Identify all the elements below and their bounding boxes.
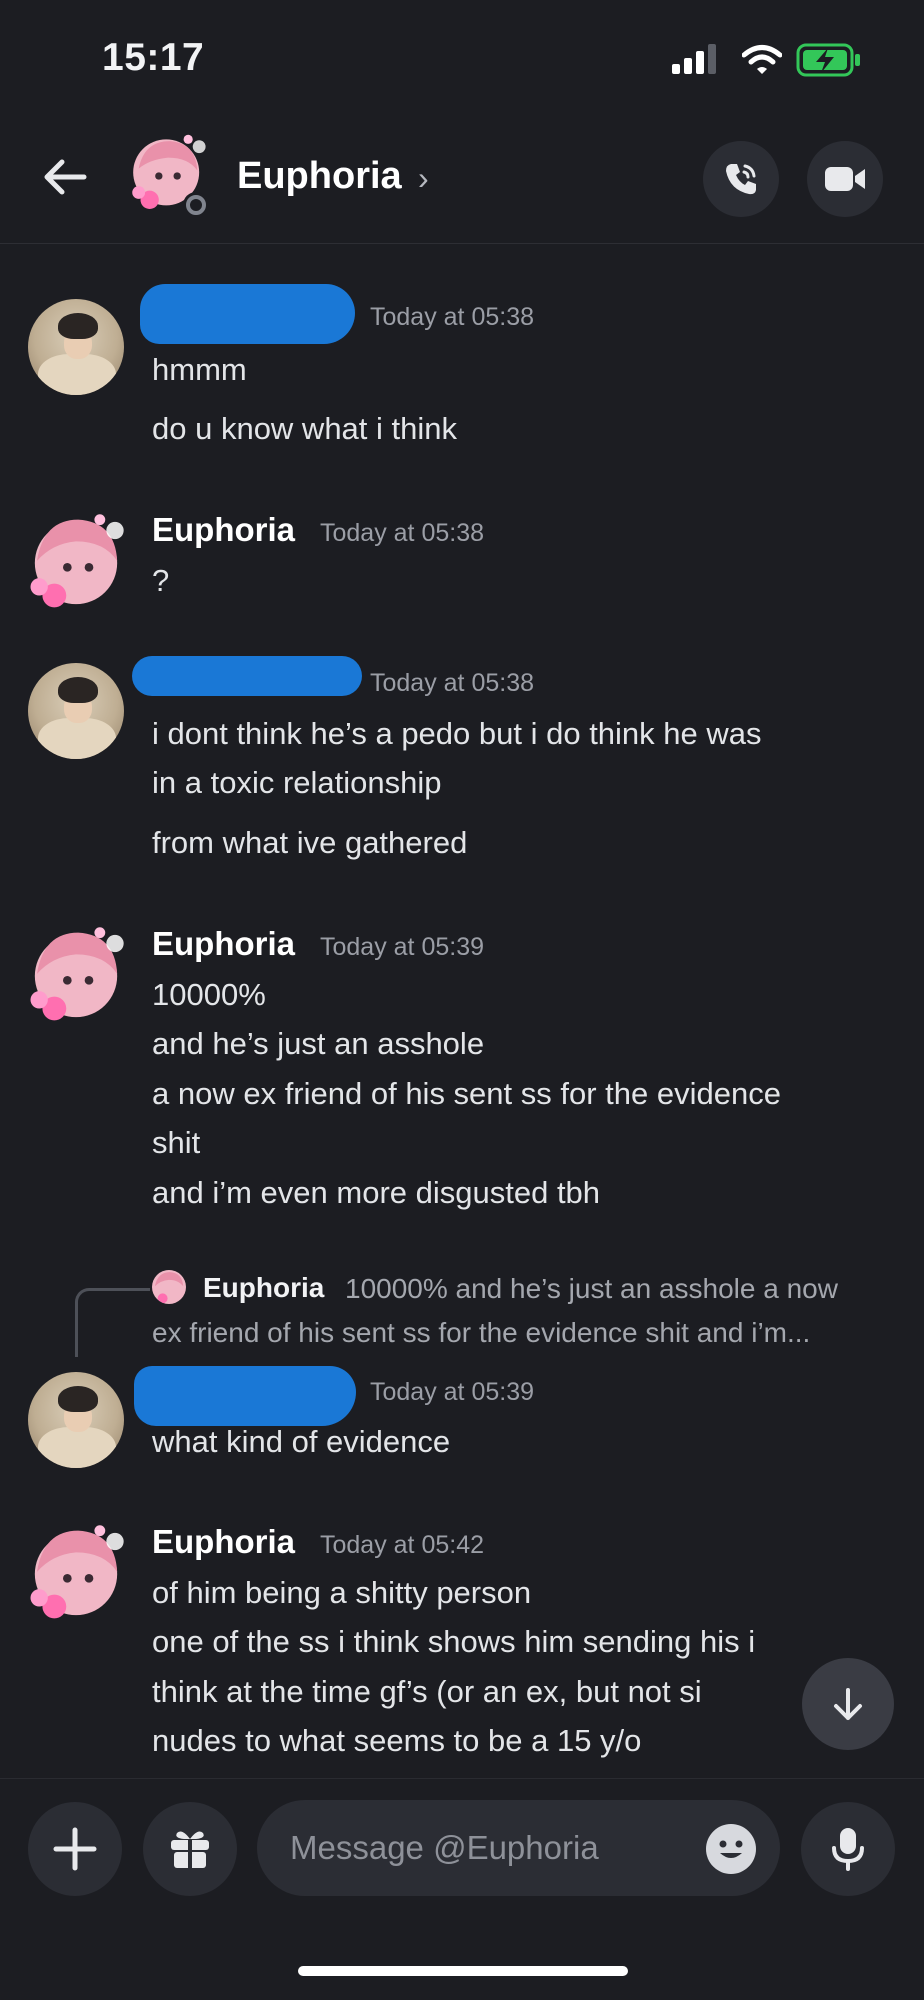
chevron-right-icon[interactable]: › xyxy=(418,160,429,197)
plus-icon xyxy=(53,1827,97,1871)
gift-icon xyxy=(171,1831,209,1868)
user-avatar[interactable] xyxy=(28,1372,124,1468)
user-avatar[interactable] xyxy=(28,299,124,395)
message-line: in a toxic relationship xyxy=(152,765,442,800)
call-button[interactable] xyxy=(703,141,779,217)
emoji-button[interactable] xyxy=(705,1823,757,1875)
message-timestamp: Today at 05:38 xyxy=(320,519,485,547)
reply-connector xyxy=(75,1288,150,1357)
redacted-username xyxy=(134,1366,356,1426)
video-icon xyxy=(825,167,865,191)
message-timestamp: Today at 05:38 xyxy=(370,669,535,697)
message-author[interactable]: Euphoria xyxy=(152,925,295,963)
message-line: 10000% xyxy=(152,977,266,1012)
message-line: of him being a shitty person xyxy=(152,1575,532,1610)
euphoria-avatar[interactable] xyxy=(24,924,128,1028)
message-author[interactable]: Euphoria xyxy=(152,1523,295,1561)
add-attachment-button[interactable] xyxy=(28,1802,122,1896)
header-avatar[interactable] xyxy=(124,132,212,220)
status-indicator xyxy=(183,192,209,218)
message-timestamp: Today at 05:38 xyxy=(370,303,535,331)
message-line: and he’s just an asshole xyxy=(152,1026,485,1061)
message-line: and i’m even more disgusted tbh xyxy=(152,1175,601,1210)
message-line: shit xyxy=(152,1125,201,1160)
microphone-icon xyxy=(832,1828,864,1871)
video-call-button[interactable] xyxy=(807,141,883,217)
home-indicator xyxy=(298,1966,628,1976)
reply-avatar xyxy=(152,1270,186,1304)
message-timestamp: Today at 05:39 xyxy=(320,933,485,961)
message-timestamp: Today at 05:42 xyxy=(320,1531,485,1559)
euphoria-avatar[interactable] xyxy=(24,511,128,615)
signal-icon xyxy=(672,44,716,74)
redacted-username xyxy=(132,656,362,696)
emoji-icon xyxy=(706,1824,756,1874)
message-line: what kind of evidence xyxy=(152,1424,451,1459)
message-line: hmmm xyxy=(152,352,247,387)
euphoria-avatar[interactable] xyxy=(24,1522,128,1626)
message-line: one of the ss i think shows him sending … xyxy=(152,1624,756,1659)
message-line: i dont think he’s a pedo but i do think … xyxy=(152,716,762,751)
message-author[interactable]: Euphoria xyxy=(152,511,295,549)
message-line: do u know what i think xyxy=(152,411,458,446)
voice-message-button[interactable] xyxy=(801,1802,895,1896)
gift-button[interactable] xyxy=(143,1802,237,1896)
message-input-placeholder[interactable]: Message @Euphoria xyxy=(290,1829,599,1867)
user-avatar[interactable] xyxy=(28,663,124,759)
message-line: ? xyxy=(152,563,170,598)
message-line: think at the time gf’s (or an ex, but no… xyxy=(152,1674,702,1709)
arrow-down-icon xyxy=(834,1688,862,1720)
status-time: 15:17 xyxy=(102,36,205,79)
wifi-icon xyxy=(742,45,782,74)
message-line: nudes to what seems to be a 15 y/o xyxy=(152,1723,642,1758)
back-arrow-icon[interactable] xyxy=(40,152,90,202)
call-icon xyxy=(726,164,756,195)
battery-charging-icon xyxy=(796,43,860,77)
message-line: from what ive gathered xyxy=(152,825,468,860)
message-timestamp: Today at 05:39 xyxy=(370,1378,535,1406)
jump-to-present-button[interactable] xyxy=(802,1658,894,1750)
channel-name[interactable]: Euphoria xyxy=(237,155,402,198)
reply-author[interactable]: Euphoria xyxy=(203,1272,324,1304)
reply-preview[interactable]: ex friend of his sent ss for the evidenc… xyxy=(152,1317,810,1349)
header-divider xyxy=(0,243,924,244)
message-line: a now ex friend of his sent ss for the e… xyxy=(152,1076,781,1111)
reply-preview[interactable]: 10000% and he’s just an asshole a now xyxy=(345,1273,838,1305)
redacted-username xyxy=(140,284,355,344)
